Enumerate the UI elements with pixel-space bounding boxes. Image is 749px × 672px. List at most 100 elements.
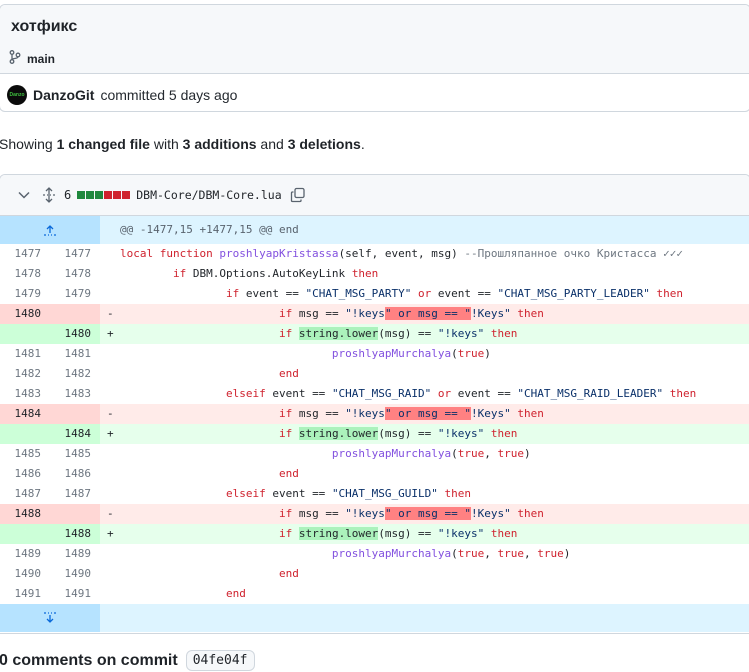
old-line-number[interactable]: 1486 (0, 464, 50, 484)
old-line-number[interactable]: 1487 (0, 484, 50, 504)
code-token: "!keys" (437, 527, 485, 540)
new-line-number[interactable] (50, 504, 100, 524)
new-line-number[interactable]: 1477 (50, 244, 100, 264)
expand-up-icon[interactable] (0, 216, 100, 244)
old-line-number[interactable]: 1483 (0, 384, 50, 404)
code-token: msg == (298, 407, 346, 420)
code-token: if (172, 267, 193, 280)
unfold-icon[interactable] (42, 187, 58, 203)
code-token: " or msg == " (384, 507, 472, 520)
branch-link[interactable]: main (9, 50, 55, 67)
code-token: local function (120, 247, 220, 260)
expand-down-icon[interactable] (0, 604, 100, 632)
summary-files[interactable]: 1 changed file (57, 136, 150, 152)
old-line-number[interactable]: 1490 (0, 564, 50, 584)
new-line-number[interactable] (50, 304, 100, 324)
code-token: !Keys" (471, 307, 511, 320)
code-token: ( (451, 347, 458, 360)
new-line-number[interactable]: 1486 (50, 464, 100, 484)
new-line-number[interactable]: 1478 (50, 264, 100, 284)
diff-marker: + (107, 527, 114, 540)
old-line-number[interactable]: 1489 (0, 544, 50, 564)
old-line-number[interactable]: 1479 (0, 284, 50, 304)
old-line-number[interactable] (0, 324, 50, 344)
code-text: if msg == "!keys" or msg == "!Keys" then (120, 304, 749, 324)
old-line-number[interactable]: 1488 (0, 504, 50, 524)
code-token: true (537, 547, 564, 560)
code-text: elseif event == "CHAT_MSG_GUILD" then (120, 484, 749, 504)
new-line-number[interactable]: 1491 (50, 584, 100, 604)
diffstat-square (122, 191, 131, 199)
commit-sha[interactable]: 04fe04f (185, 650, 255, 671)
summary-deletions: 3 deletions (287, 136, 361, 152)
code-token: DBM.Options.AutoKeyLink (192, 267, 352, 280)
new-line-number[interactable]: 1480 (50, 324, 100, 344)
old-line-number[interactable]: 1491 (0, 584, 50, 604)
code-token: then (351, 267, 379, 280)
copy-icon[interactable] (290, 187, 306, 203)
code-token: (msg) == (378, 527, 438, 540)
branch-name: main (27, 51, 56, 66)
new-line-number[interactable] (50, 404, 100, 424)
new-line-number[interactable]: 1484 (50, 424, 100, 444)
new-line-number[interactable]: 1487 (50, 484, 100, 504)
old-line-number[interactable]: 1480 (0, 304, 50, 324)
context-line: 1478 1478 if DBM.Options.AutoKeyLink then (0, 264, 749, 284)
code-token: ( (451, 447, 458, 460)
old-line-number[interactable]: 1481 (0, 344, 50, 364)
diff-lines: 1477 1477 local function proshlyapKristass… (0, 244, 749, 604)
old-line-number[interactable]: 1477 (0, 244, 50, 264)
avatar[interactable]: Danzo (7, 85, 27, 105)
code-token: if (278, 507, 299, 520)
summary-and: and (256, 136, 288, 152)
new-line-number[interactable]: 1489 (50, 544, 100, 564)
new-line-number[interactable]: 1479 (50, 284, 100, 304)
new-line-number[interactable]: 1488 (50, 524, 100, 544)
change-count: 6 (64, 188, 72, 202)
code-token: " or msg == " (384, 407, 472, 420)
chevron-down-icon[interactable] (18, 191, 34, 199)
code-token: (self, event, msg) (338, 247, 465, 260)
code-token: "CHAT_MSG_GUILD" (331, 487, 438, 500)
code-token: event == (245, 287, 306, 300)
code-token: then (510, 507, 544, 520)
code-token: proshlyapMurchalya (331, 547, 452, 560)
context-line: 1479 1479 if event == "CHAT_MSG_PARTY" or… (0, 284, 749, 304)
diff-marker: - (107, 307, 114, 320)
new-line-number[interactable]: 1490 (50, 564, 100, 584)
code-text: end (120, 464, 749, 484)
diff-marker (100, 544, 120, 564)
new-line-number[interactable]: 1481 (50, 344, 100, 364)
author-link[interactable]: DanzoGit (33, 87, 94, 103)
code-text: end (120, 564, 749, 584)
old-line-number[interactable]: 1482 (0, 364, 50, 384)
new-line-number[interactable]: 1482 (50, 364, 100, 384)
code-token: elseif (225, 487, 273, 500)
context-line: 1486 1486 end (0, 464, 749, 484)
code-text: proshlyapMurchalya(true) (120, 344, 749, 364)
code-text: if event == "CHAT_MSG_PARTY" or event ==… (120, 284, 749, 304)
diff-marker (100, 284, 120, 304)
old-line-number[interactable]: 1484 (0, 404, 50, 424)
context-line: 1489 1489 proshlyapMurchalya(true, true, … (0, 544, 749, 564)
code-token: "!keys (345, 507, 385, 520)
new-line-number[interactable]: 1483 (50, 384, 100, 404)
old-line-number[interactable]: 1478 (0, 264, 50, 284)
code-token: then (484, 427, 518, 440)
old-line-number[interactable] (0, 524, 50, 544)
code-token: "CHAT_MSG_RAID_LEADER" (517, 387, 664, 400)
old-line-number[interactable] (0, 424, 50, 444)
old-line-number[interactable]: 1485 (0, 444, 50, 464)
file-path[interactable]: DBM-Core/DBM-Core.lua (136, 188, 281, 202)
diff-marker (100, 564, 120, 584)
new-line-number[interactable]: 1485 (50, 444, 100, 464)
